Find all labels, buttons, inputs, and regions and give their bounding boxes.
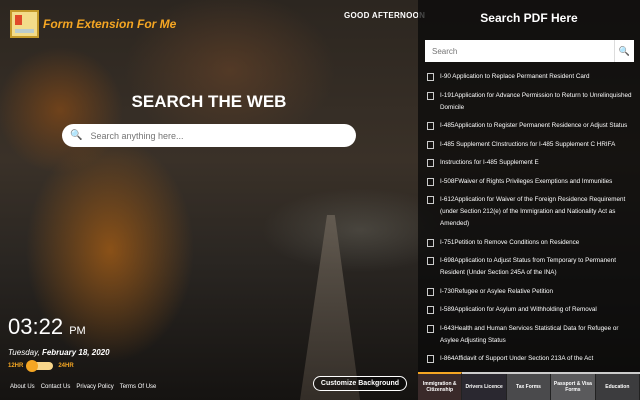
category-tabs: Immigration & Citizenship Drivers Licenc… xyxy=(418,372,640,400)
pdf-file-icon xyxy=(427,159,434,167)
tab-tax-forms[interactable]: Tax Forms xyxy=(506,374,552,400)
pdf-item-label: I-90 Application to Replace Permanent Re… xyxy=(440,73,590,80)
web-search-input[interactable] xyxy=(90,130,331,141)
pdf-file-icon xyxy=(427,257,434,265)
weekday: Tuesday, xyxy=(8,348,40,357)
pdf-list-item[interactable]: I-485Application to Register Permanent R… xyxy=(427,120,635,132)
search-icon[interactable]: 🔍 xyxy=(614,40,634,62)
pdf-panel-title: Search PDF Here xyxy=(480,11,578,25)
pdf-list-item[interactable]: I-730Refugee or Asylee Relative Petition xyxy=(427,286,635,298)
pdf-file-icon xyxy=(427,140,434,149)
clock-time: 03:22 xyxy=(8,314,64,339)
id-card-icon xyxy=(10,10,39,38)
pdf-item-label: I-589Application for Asylum and Withhold… xyxy=(440,306,597,313)
pdf-file-icon xyxy=(427,238,434,247)
pdf-file-icon xyxy=(427,287,434,296)
contact-link[interactable]: Contact Us xyxy=(41,384,71,390)
customize-background-button[interactable]: Customize Background xyxy=(313,376,407,391)
tab-passport-visa[interactable]: Passport & Visa Forms xyxy=(551,374,596,400)
logo[interactable]: Form Extension For Me xyxy=(10,10,176,38)
pdf-list-item[interactable]: I-508FWaiver of Rights Privileges Exempt… xyxy=(427,176,635,188)
pdf-item-label: I-751Petition to Remove Conditions on Re… xyxy=(440,238,580,246)
label-12hr: 12HR xyxy=(8,363,24,369)
greeting: GOOD AFTERNOON xyxy=(344,11,426,20)
pdf-file-icon xyxy=(427,177,434,186)
pdf-search-box[interactable]: 🔍 xyxy=(425,40,634,62)
pdf-file-icon xyxy=(427,306,434,314)
pdf-list-item[interactable]: I-485 Supplement CInstructions for I-485… xyxy=(427,139,635,151)
pdf-item-label: I-191Application for Advance Permission … xyxy=(440,91,632,111)
search-web-title: SEARCH THE WEB xyxy=(131,92,287,111)
pdf-search-input[interactable] xyxy=(425,46,614,56)
time-format-toggle[interactable]: 12HR 24HR xyxy=(8,360,74,372)
logo-text: Form Extension For Me xyxy=(43,17,177,31)
pdf-list: I-90 Application to Replace Permanent Re… xyxy=(427,71,635,390)
pdf-item-label: I-698Application to Adjust Status from T… xyxy=(440,257,616,276)
search-icon: 🔍 xyxy=(70,130,83,141)
pdf-list-item[interactable]: I-90 Application to Replace Permanent Re… xyxy=(427,71,635,83)
pdf-item-label: I-864Affidavit of Support Under Section … xyxy=(440,355,594,362)
pdf-file-icon xyxy=(427,91,434,100)
tab-drivers-licence[interactable]: Drivers Licence xyxy=(462,374,507,400)
pdf-item-label: Instructions for I-485 Supplement E xyxy=(440,159,539,166)
pdf-list-item[interactable]: I-191Application for Advance Permission … xyxy=(427,90,635,114)
privacy-link[interactable]: Privacy Policy xyxy=(76,384,113,390)
about-link[interactable]: About Us xyxy=(10,384,35,390)
date-text: February 18, 2020 xyxy=(41,348,110,357)
pdf-list-item[interactable]: I-612Application for Waiver of the Forei… xyxy=(427,194,635,230)
tab-education[interactable]: Education xyxy=(595,374,640,400)
pdf-file-icon xyxy=(427,324,434,333)
label-24hr: 24HR xyxy=(58,363,74,369)
pdf-item-label: I-612Application for Waiver of the Forei… xyxy=(440,196,626,227)
tab-immigration[interactable]: Immigration & Citizenship xyxy=(418,372,463,400)
pdf-panel: Search PDF Here 🔍 I-90 Application to Re… xyxy=(418,0,640,400)
pdf-list-item[interactable]: I-643Health and Human Services Statistic… xyxy=(427,323,635,347)
pdf-file-icon xyxy=(427,196,434,204)
pdf-item-label: I-643Health and Human Services Statistic… xyxy=(440,324,619,344)
terms-link[interactable]: Terms Of Use xyxy=(120,384,157,390)
toggle-switch[interactable] xyxy=(26,360,54,372)
pdf-item-label: I-485 Supplement CInstructions for I-485… xyxy=(440,140,616,148)
pdf-list-item[interactable]: I-698Application to Adjust Status from T… xyxy=(427,255,635,279)
web-search-box[interactable]: 🔍 xyxy=(62,124,356,147)
pdf-file-icon xyxy=(427,355,434,363)
footer-links: About Us Contact Us Privacy Policy Terms… xyxy=(10,384,156,390)
pdf-file-icon xyxy=(427,122,434,130)
pdf-list-item[interactable]: I-864Affidavit of Support Under Section … xyxy=(427,353,635,365)
pdf-list-item[interactable]: Instructions for I-485 Supplement E xyxy=(427,157,635,169)
clock: 03:22 PM xyxy=(8,314,86,340)
date: Tuesday, February 18, 2020 xyxy=(8,348,110,357)
clock-ampm: PM xyxy=(69,325,86,337)
pdf-list-item[interactable]: I-751Petition to Remove Conditions on Re… xyxy=(427,237,635,249)
pdf-item-label: I-485Application to Register Permanent R… xyxy=(440,122,628,129)
pdf-item-label: I-508FWaiver of Rights Privileges Exempt… xyxy=(440,177,613,185)
pdf-list-item[interactable]: I-589Application for Asylum and Withhold… xyxy=(427,304,635,316)
pdf-file-icon xyxy=(427,73,434,81)
pdf-item-label: I-730Refugee or Asylee Relative Petition xyxy=(440,287,554,295)
